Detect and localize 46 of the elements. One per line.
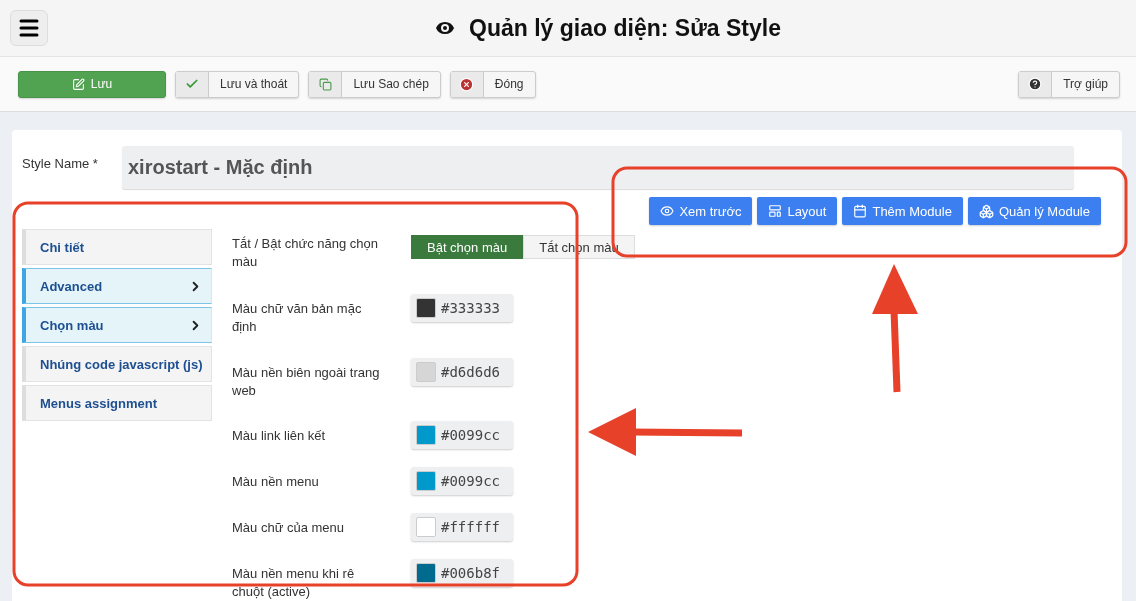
cubes-icon (978, 203, 994, 219)
color-value: #d6d6d6 (441, 364, 500, 380)
help-button[interactable]: Trợ giúp (1018, 70, 1120, 98)
close-icon (459, 76, 475, 92)
help-icon (1028, 77, 1043, 91)
action-button[interactable]: Layout (757, 197, 838, 225)
field-label: Style Name * (22, 156, 99, 171)
color-field[interactable]: #333333 (411, 294, 513, 322)
action-button[interactable]: Thêm Module (842, 197, 963, 225)
sidebar-tab[interactable]: Chọn màu (22, 307, 212, 343)
copy-icon (318, 77, 332, 91)
field-label: Màu nền menu (232, 473, 320, 491)
sidebar-tab[interactable]: Menus assignment (22, 385, 212, 421)
action-button[interactable]: Quản lý Module (967, 197, 1101, 225)
page-title: Quản lý giao diện: Sửa Style (469, 14, 781, 42)
menu-button[interactable] (10, 10, 48, 46)
field-label: Tắt / Bật chức năng chọn màu (232, 235, 379, 271)
sidebar-tab[interactable]: Advanced (22, 268, 212, 304)
edit-icon (71, 77, 85, 91)
action-button[interactable]: Xem trước (649, 197, 753, 225)
toolbar-button[interactable]: Đóng (449, 70, 536, 98)
sidebar-tab[interactable]: Nhúng code javascript (js) (22, 346, 212, 382)
field-label: Màu chữ văn bản mặc định (232, 300, 363, 336)
color-field[interactable]: #0099cc (411, 467, 513, 495)
field-label: Màu nền biên ngoài trang web (232, 364, 381, 400)
toolbar-button[interactable]: Lưu Sao chép (308, 70, 441, 98)
sidebar-tab[interactable]: Chi tiết (22, 229, 212, 265)
toggle-option[interactable]: Bật chọn màu (411, 235, 524, 259)
color-value: #333333 (441, 300, 500, 316)
check-icon (185, 77, 199, 91)
field-label: Màu link liên kết (232, 427, 327, 445)
color-value: #006b8f (441, 565, 500, 581)
layout-icon (768, 204, 783, 218)
color-value: #ffffff (441, 519, 500, 535)
toolbar-button[interactable]: Lưu và thoát (175, 70, 300, 98)
color-value: #0099cc (441, 427, 500, 443)
eye-icon (660, 204, 675, 218)
color-field[interactable]: #d6d6d6 (411, 358, 513, 386)
calendar-icon (853, 204, 868, 218)
color-value: #0099cc (441, 473, 500, 489)
color-field[interactable]: #006b8f (411, 559, 513, 587)
color-field[interactable]: #0099cc (411, 421, 513, 449)
field-label: Màu nền menu khi rê chuột (active) (232, 565, 356, 601)
style-name-field[interactable]: xirostart - Mặc định (122, 146, 1074, 189)
color-field[interactable]: #ffffff (411, 513, 513, 541)
field-label: Màu chữ của menu (232, 519, 346, 537)
